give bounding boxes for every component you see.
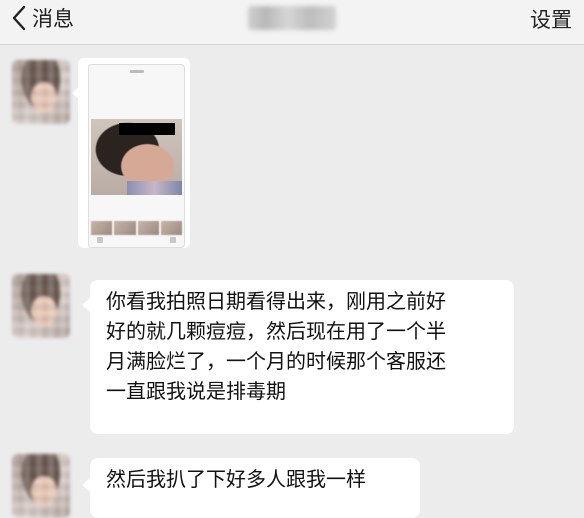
screenshot-image: [88, 64, 185, 248]
face-photo: [91, 119, 182, 195]
back-button-label: 消息: [32, 7, 74, 31]
censor-bar: [119, 123, 175, 135]
message-line: 你看我拍照日期看得出来，刚用之前好: [106, 289, 446, 313]
avatar[interactable]: [12, 454, 70, 518]
avatar[interactable]: [12, 274, 70, 338]
avatar[interactable]: [12, 60, 70, 124]
back-button[interactable]: 消息: [8, 0, 74, 36]
chat-header: 消息 设置: [0, 0, 584, 45]
message-line: 月满脸烂了，一个月的时候那个客服还: [106, 349, 446, 373]
message-line: 好的就几颗痘痘，然后现在用了一个半: [106, 319, 446, 343]
bubble-tail: [82, 298, 90, 312]
message-line: 一直跟我说是排毒期: [106, 379, 286, 403]
text-message-bubble[interactable]: 然后我扒了下好多人跟我一样: [90, 458, 420, 518]
phone-toolbar: [89, 237, 184, 245]
chat-title-redacted: [248, 6, 336, 30]
thumbnail-strip: [91, 221, 182, 235]
message-line: 然后我扒了下好多人跟我一样: [106, 467, 366, 491]
chevron-left-icon: [12, 5, 26, 31]
settings-button[interactable]: 设置: [530, 4, 572, 34]
text-message-bubble[interactable]: 你看我拍照日期看得出来，刚用之前好 好的就几颗痘痘，然后现在用了一个半 月满脸烂…: [90, 280, 514, 434]
bubble-tail: [82, 478, 90, 492]
status-bar: [89, 65, 184, 77]
